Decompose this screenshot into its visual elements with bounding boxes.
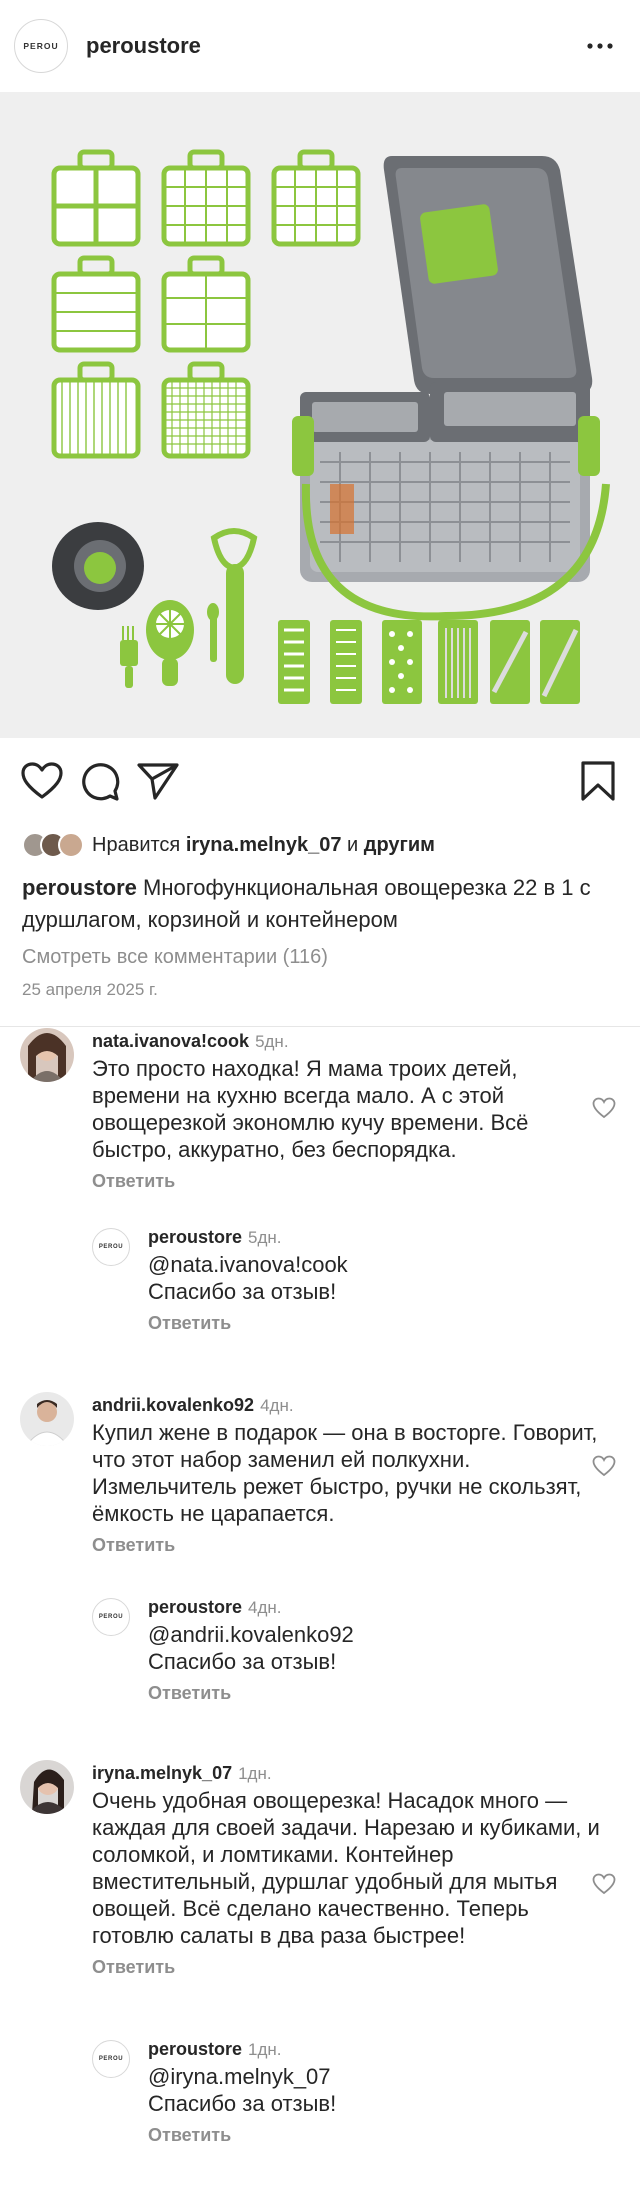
heart-icon <box>21 762 63 799</box>
reply-body: peroustore 5дн. @nata.ivanova!cook Спасиб… <box>148 1224 588 1337</box>
user-photo-icon <box>20 1760 74 1814</box>
comment-header: iryna.melnyk_07 1дн. <box>92 1760 600 1787</box>
view-all-comments-link[interactable]: Смотреть все комментарии (116) <box>0 936 640 972</box>
comment-username[interactable]: iryna.melnyk_07 <box>92 1763 232 1783</box>
reply-username[interactable]: peroustore <box>148 1227 242 1247</box>
blade-julienne <box>51 255 141 353</box>
comment-header: nata.ivanova!cook 5дн. <box>92 1028 592 1055</box>
comment-like-icon[interactable] <box>592 1454 616 1478</box>
comment-header: andrii.kovalenko92 4дн. <box>92 1392 612 1419</box>
egg-slicer <box>146 600 194 686</box>
user-photo-icon <box>20 1028 74 1082</box>
more-options-button[interactable] <box>580 31 620 61</box>
avatar[interactable] <box>20 1392 74 1446</box>
reply-age: 4дн. <box>248 1598 282 1617</box>
blade-grid-large <box>51 149 141 247</box>
reply-body: peroustore 1дн. @iryna.melnyk_07 Спасибо … <box>148 2036 588 2149</box>
reply-mention[interactable]: @andrii.kovalenko92 <box>148 1621 588 1648</box>
user-photo-icon <box>20 1392 74 1446</box>
reply-mention[interactable]: @nata.ivanova!cook <box>148 1251 588 1278</box>
reply-username[interactable]: peroustore <box>148 1597 242 1617</box>
liked-by-prefix: Нравится <box>92 833 181 856</box>
comment-username[interactable]: nata.ivanova!cook <box>92 1031 249 1051</box>
reply-header: peroustore 4дн. <box>148 1594 588 1621</box>
reply-body: peroustore 4дн. @andrii.kovalenko92 Спаси… <box>148 1594 588 1707</box>
comment-button[interactable] <box>78 759 122 803</box>
store-logo-text: PEROU <box>98 1244 124 1250</box>
liked-by-join: и <box>347 833 359 856</box>
post-date: 25 апреля 2025 г. <box>22 980 158 999</box>
post-caption: peroustore Многофункциональная овощерезк… <box>0 866 640 936</box>
reply-mention[interactable]: @iryna.melnyk_07 <box>148 2063 588 2090</box>
comment-age: 4дн. <box>260 1396 294 1415</box>
vegetable-slicer-product-photo <box>51 149 610 704</box>
peeler <box>210 528 258 684</box>
post-image[interactable] <box>0 92 640 738</box>
comment-age: 5дн. <box>255 1032 289 1051</box>
liked-by-row[interactable]: Нравится iryna.melnyk_07 и другим <box>0 824 640 866</box>
reply-age: 5дн. <box>248 1228 282 1247</box>
store-logo-text: PEROU <box>98 1614 124 1620</box>
blade-dice <box>161 255 251 353</box>
post-header: PEROU peroustore <box>0 0 640 92</box>
post-actions-bar <box>0 738 640 824</box>
reply-button[interactable]: Ответить <box>148 1679 231 1707</box>
comment-text: Очень удобная овощерезка! Насадок много … <box>92 1788 600 1948</box>
store-reply-avatar[interactable]: PEROU <box>92 2040 130 2078</box>
reply-age: 1дн. <box>248 2040 282 2059</box>
avatar[interactable] <box>20 1760 74 1814</box>
comment-body: nata.ivanova!cook 5дн. Это просто находка… <box>92 1028 592 1195</box>
store-logo-text: PEROU <box>23 41 59 51</box>
share-button[interactable] <box>136 759 180 803</box>
liker-avatars <box>22 832 84 858</box>
paper-plane-icon <box>137 763 179 800</box>
store-reply-avatar[interactable]: PEROU <box>92 1228 130 1266</box>
divider <box>0 1026 640 1027</box>
comment-body: iryna.melnyk_07 1дн. Очень удобная овощер… <box>92 1760 600 1981</box>
comment-text: Это просто находка! Я мама троих детей, … <box>92 1056 529 1162</box>
bookmark-icon <box>581 761 615 801</box>
comment-like-icon[interactable] <box>592 1096 616 1120</box>
more-horizontal-icon <box>587 43 613 49</box>
reply-button[interactable]: Ответить <box>92 1953 175 1981</box>
caption-username[interactable]: peroustore <box>22 875 137 900</box>
liker-avatar <box>58 832 84 858</box>
store-reply-avatar[interactable]: PEROU <box>92 1598 130 1636</box>
comment-text: Купил жене в подарок — она в восторге. Г… <box>92 1420 598 1526</box>
reply-button[interactable]: Ответить <box>92 1167 175 1195</box>
liked-by-others[interactable]: другим <box>364 834 435 857</box>
like-button[interactable] <box>20 759 64 803</box>
reply-button[interactable]: Ответить <box>148 2121 231 2149</box>
reply-text: Спасибо за отзыв! <box>148 1279 337 1304</box>
store-avatar[interactable]: PEROU <box>14 19 68 73</box>
reply-header: peroustore 5дн. <box>148 1224 588 1251</box>
comment-username[interactable]: andrii.kovalenko92 <box>92 1395 254 1415</box>
blade-fine-grid <box>161 361 251 459</box>
store-logo-text: PEROU <box>98 2056 124 2062</box>
reply-username[interactable]: peroustore <box>148 2039 242 2059</box>
reply-button[interactable]: Ответить <box>92 1531 175 1559</box>
blade-grid-medium-2 <box>271 149 361 247</box>
reply-header: peroustore 1дн. <box>148 2036 588 2063</box>
comment-age: 1дн. <box>238 1764 272 1783</box>
reply-button[interactable]: Ответить <box>148 1309 231 1337</box>
blade-fine-strips <box>51 361 141 459</box>
reply-text: Спасибо за отзыв! <box>148 1649 337 1674</box>
hand-guard <box>52 522 144 610</box>
save-button[interactable] <box>576 759 620 803</box>
comment-body: andrii.kovalenko92 4дн. Купил жене в пода… <box>92 1392 612 1559</box>
liked-by-user[interactable]: iryna.melnyk_07 <box>186 834 342 857</box>
instagram-post-page: PEROU peroustore Нравится iryna.melnyk_0… <box>0 0 640 2200</box>
blade-grid-medium <box>161 149 251 247</box>
reply-text: Спасибо за отзыв! <box>148 2091 337 2116</box>
comment-like-icon[interactable] <box>592 1872 616 1896</box>
comment-bubble-icon <box>82 763 120 801</box>
slicing-blades-row <box>278 620 580 704</box>
avatar[interactable] <box>20 1028 74 1082</box>
post-username[interactable]: peroustore <box>86 33 201 59</box>
